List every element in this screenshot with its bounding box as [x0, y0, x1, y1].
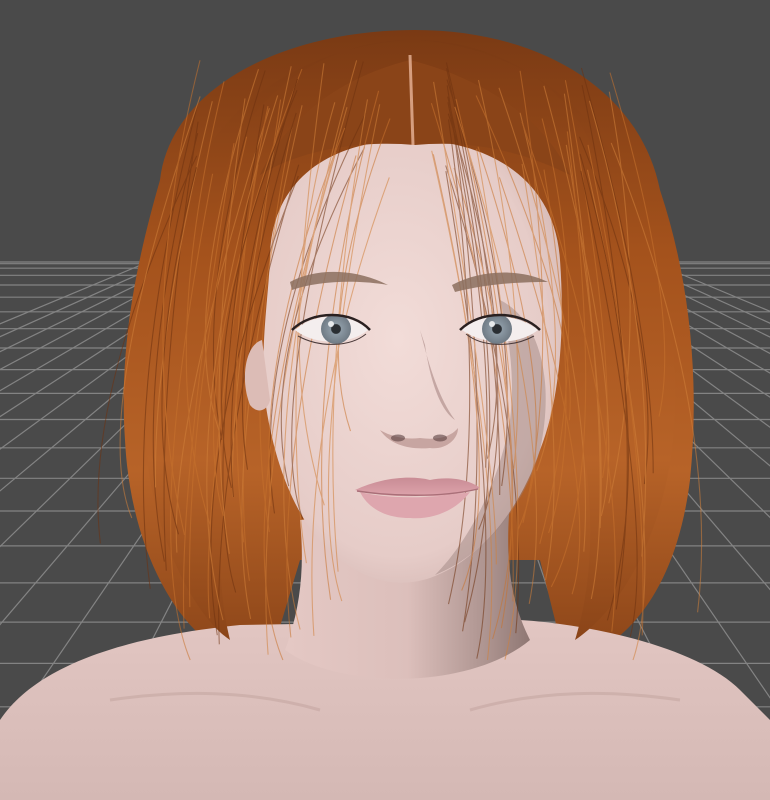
3d-viewport[interactable] — [0, 0, 770, 800]
viewport-canvas[interactable] — [0, 0, 770, 800]
